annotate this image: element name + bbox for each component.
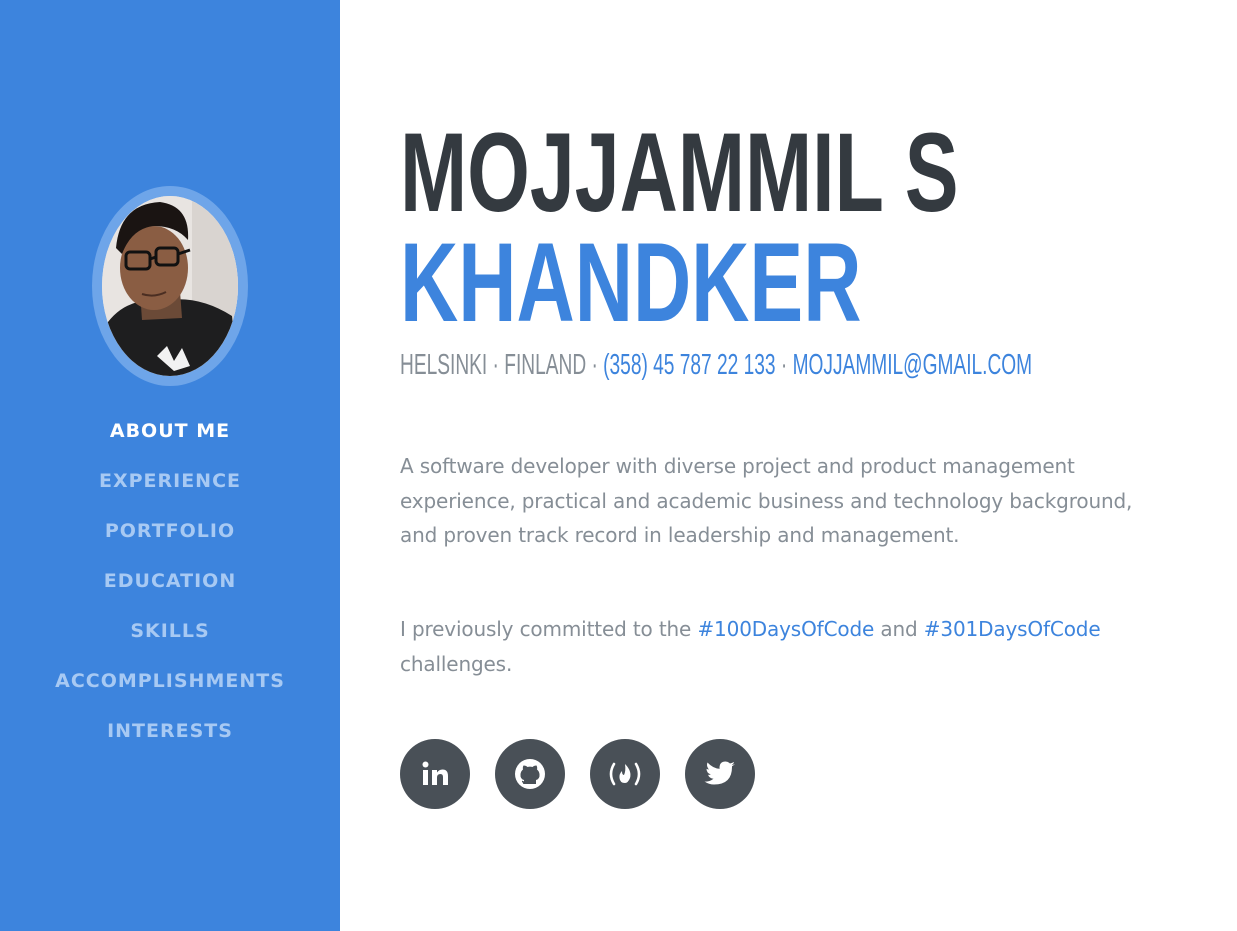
nav-item-portfolio: PORTFOLIO xyxy=(0,506,340,556)
challenges-text-middle: and xyxy=(874,617,924,641)
github-button[interactable] xyxy=(495,739,565,809)
challenges-text-after: challenges. xyxy=(400,651,513,676)
challenges-paragraph: I previously committed to the #100DaysOf… xyxy=(400,612,1160,681)
contact-country: FINLAND xyxy=(504,349,587,381)
hashtag-301daysofcode-link[interactable]: #301DaysOfCode xyxy=(924,617,1101,641)
linkedin-button[interactable] xyxy=(400,739,470,809)
avatar-frame xyxy=(92,186,248,386)
nav-link-about[interactable]: ABOUT ME xyxy=(110,420,230,442)
contact-city: HELSINKI xyxy=(400,349,488,381)
twitter-icon xyxy=(704,761,735,785)
hashtag-100daysofcode-link[interactable]: #100DaysOfCode xyxy=(697,617,874,641)
sidebar-nav: ABOUT ME EXPERIENCE PORTFOLIO EDUCATION … xyxy=(0,406,340,756)
challenges-text-before: I previously committed to the xyxy=(400,617,698,641)
nav-item-about: ABOUT ME xyxy=(0,406,340,456)
nav-link-skills[interactable]: SKILLS xyxy=(130,620,209,642)
nav-item-skills: SKILLS xyxy=(0,606,340,656)
avatar xyxy=(102,196,238,376)
freecodecamp-button[interactable] xyxy=(590,739,660,809)
nav-item-education: EDUCATION xyxy=(0,556,340,606)
nav-item-experience: EXPERIENCE xyxy=(0,456,340,506)
sidebar: ABOUT ME EXPERIENCE PORTFOLIO EDUCATION … xyxy=(0,0,340,931)
profile-photo xyxy=(102,196,238,376)
contact-phone-link[interactable]: (358) 45 787 22 133 xyxy=(603,349,775,381)
nav-link-accomplishments[interactable]: ACCOMPLISHMENTS xyxy=(55,670,285,692)
contact-separator: · xyxy=(775,349,793,381)
linkedin-icon xyxy=(422,761,448,785)
nav-link-portfolio[interactable]: PORTFOLIO xyxy=(105,520,235,542)
nav-link-interests[interactable]: INTERESTS xyxy=(107,720,233,742)
nav-link-education[interactable]: EDUCATION xyxy=(104,570,236,592)
nav-link-experience[interactable]: EXPERIENCE xyxy=(99,470,241,492)
contact-line: HELSINKI · FINLAND · (358) 45 787 22 133… xyxy=(400,348,1032,382)
contact-separator: · xyxy=(586,349,604,381)
name-first: MOJJAMMIL S xyxy=(400,110,959,235)
nav-item-interests: INTERESTS xyxy=(0,706,340,756)
name-last: KHANDKER xyxy=(400,220,862,345)
twitter-button[interactable] xyxy=(685,739,755,809)
nav-item-accomplishments: ACCOMPLISHMENTS xyxy=(0,656,340,706)
bio-paragraph: A software developer with diverse projec… xyxy=(400,454,1133,547)
github-icon xyxy=(515,759,545,789)
social-icons xyxy=(400,739,780,809)
freecodecamp-icon xyxy=(609,762,641,786)
contact-email-link[interactable]: MOJJAMMIL@GMAIL.COM xyxy=(793,349,1033,381)
contact-separator: · xyxy=(487,349,505,381)
